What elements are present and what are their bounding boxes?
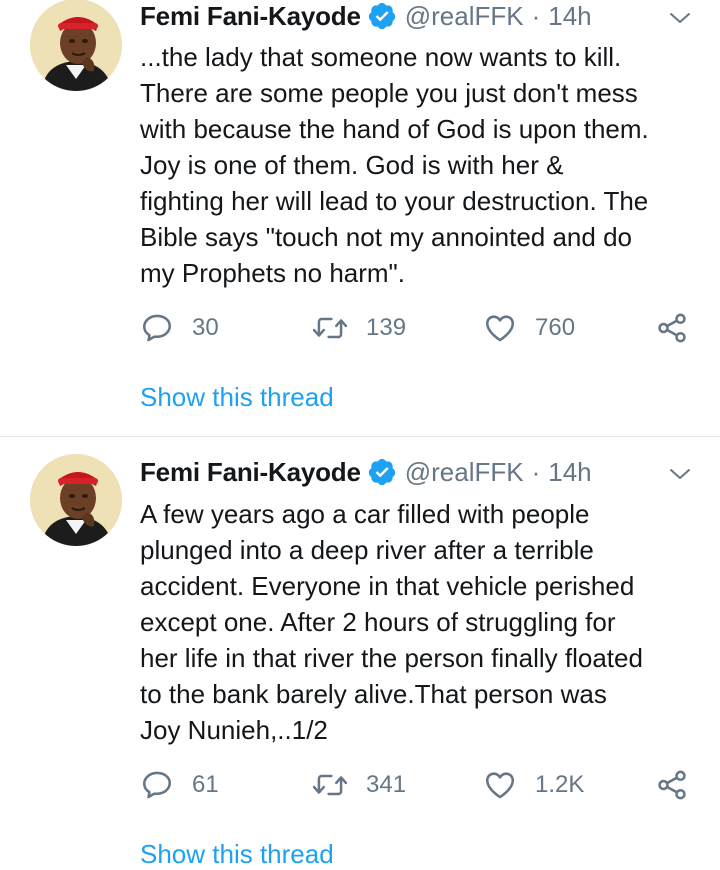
retweet-count: 341 bbox=[366, 771, 407, 798]
tweet-text-line: plunged into a deep river after a terrib… bbox=[140, 535, 594, 565]
tweet-timestamp[interactable]: 14h bbox=[548, 457, 591, 488]
chevron-down-icon[interactable] bbox=[668, 462, 692, 486]
tweet-text-line: with because the hand of God is upon the… bbox=[140, 114, 649, 144]
share-button[interactable] bbox=[655, 308, 689, 348]
author-handle[interactable]: @realFFK bbox=[405, 457, 524, 488]
share-icon bbox=[658, 770, 686, 800]
author-name[interactable]: Femi Fani-Kayode bbox=[140, 457, 361, 488]
tweet[interactable]: Femi Fani-Kayode @realFFK · 14h ...the l… bbox=[0, 0, 720, 437]
avatar[interactable] bbox=[30, 0, 122, 91]
reply-count: 30 bbox=[192, 314, 219, 341]
reply-count: 61 bbox=[192, 771, 219, 798]
verified-badge-icon bbox=[367, 1, 397, 31]
tweet-timestamp[interactable]: 14h bbox=[548, 1, 591, 32]
share-button[interactable] bbox=[655, 765, 689, 805]
like-button[interactable]: 1.2K bbox=[483, 765, 584, 805]
like-button[interactable]: 760 bbox=[483, 308, 575, 348]
tweet-actions: 61 341 1.2K bbox=[140, 765, 700, 805]
tweet-text-line: A few years ago a car filled with people bbox=[140, 499, 590, 529]
tweet-text-line: my Prophets no harm". bbox=[140, 258, 406, 288]
reply-button[interactable]: 30 bbox=[140, 308, 219, 348]
tweet-header: Femi Fani-Kayode @realFFK · 14h bbox=[140, 454, 700, 490]
tweet-text: ...the lady that someone now wants to ki… bbox=[140, 39, 705, 291]
tweet-actions: 30 139 760 bbox=[140, 308, 700, 348]
tweet-text: A few years ago a car filled with people… bbox=[140, 496, 705, 748]
tweet-text-line: ...the lady that someone now wants to ki… bbox=[140, 42, 622, 72]
tweet-text-line: Joy Nunieh,..1/2 bbox=[140, 715, 328, 745]
retweet-icon bbox=[312, 317, 348, 339]
separator-dot: · bbox=[531, 0, 541, 31]
verified-badge-icon bbox=[367, 457, 397, 487]
tweet-text-line: accident. Everyone in that vehicle peris… bbox=[140, 571, 635, 601]
reply-icon bbox=[142, 314, 172, 342]
show-thread-link[interactable]: Show this thread bbox=[140, 382, 334, 413]
tweet-header: Femi Fani-Kayode @realFFK · 14h bbox=[140, 0, 700, 34]
retweet-button[interactable]: 139 bbox=[312, 308, 406, 348]
tweet-text-line: to the bank barely alive.That person was bbox=[140, 679, 607, 709]
show-thread-link[interactable]: Show this thread bbox=[140, 839, 334, 870]
chevron-down-icon[interactable] bbox=[668, 6, 692, 30]
like-count: 760 bbox=[535, 314, 576, 341]
tweet-text-line: fighting her will lead to your destructi… bbox=[140, 186, 649, 216]
reply-button[interactable]: 61 bbox=[140, 765, 219, 805]
author-name[interactable]: Femi Fani-Kayode bbox=[140, 1, 361, 32]
tweet-text-line: There are some people you just don't mes… bbox=[140, 78, 638, 108]
author-handle[interactable]: @realFFK bbox=[405, 1, 524, 32]
tweet-text-line: Bible says "touch not my annointed and d… bbox=[140, 222, 632, 252]
retweet-icon bbox=[312, 774, 348, 796]
tweet-text-line: Joy is one of them. God is with her & bbox=[140, 150, 564, 180]
tweet[interactable]: Femi Fani-Kayode @realFFK · 14h A few ye… bbox=[0, 437, 720, 869]
tweet-text-line: except one. After 2 hours of struggling … bbox=[140, 607, 616, 637]
reply-icon bbox=[142, 771, 172, 799]
share-icon bbox=[658, 313, 686, 343]
separator-dot: · bbox=[531, 456, 541, 487]
heart-icon bbox=[485, 772, 515, 799]
tweet-text-line: her life in that river the person finall… bbox=[140, 643, 643, 673]
retweet-count: 139 bbox=[366, 314, 407, 341]
like-count: 1.2K bbox=[535, 771, 585, 798]
heart-icon bbox=[485, 315, 515, 342]
avatar[interactable] bbox=[30, 454, 122, 546]
retweet-button[interactable]: 341 bbox=[312, 765, 406, 805]
